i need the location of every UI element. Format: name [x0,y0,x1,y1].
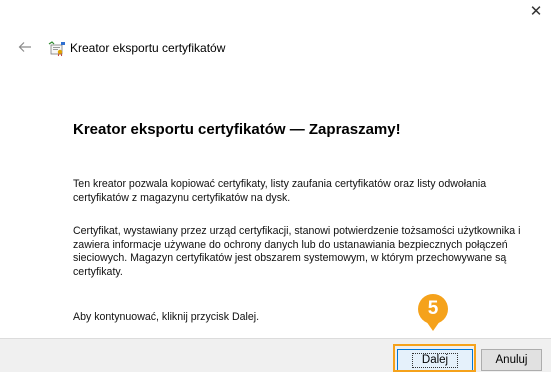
step-highlight-box [393,344,476,372]
wizard-title: Kreator eksportu certyfikatów [70,41,226,55]
wizard-nav-bar: Kreator eksportu certyfikatów [0,38,551,60]
step-number-badge: 5 [418,294,448,324]
intro-paragraph: Ten kreator pozwala kopiować certyfikaty… [73,178,487,204]
certificate-description-paragraph: Certyfikat, wystawiany przez urząd certy… [73,225,521,278]
certificate-wizard-icon [48,41,66,57]
back-arrow-icon[interactable] [18,40,34,56]
close-icon: ✕ [529,3,543,20]
page-heading: Kreator eksportu certyfikatów — Zaprasza… [73,121,401,138]
close-button[interactable]: ✕ [521,0,551,30]
cancel-button[interactable]: Anuluj [481,349,542,371]
cancel-button-label: Anuluj [495,354,528,366]
continue-instruction: Aby kontynuować, kliknij przycisk Dalej. [73,311,260,323]
certificate-export-wizard-dialog: ✕ Kreator eksportu certyfikatów Kreator … [0,0,551,372]
step-pointer-arrow [426,321,440,331]
